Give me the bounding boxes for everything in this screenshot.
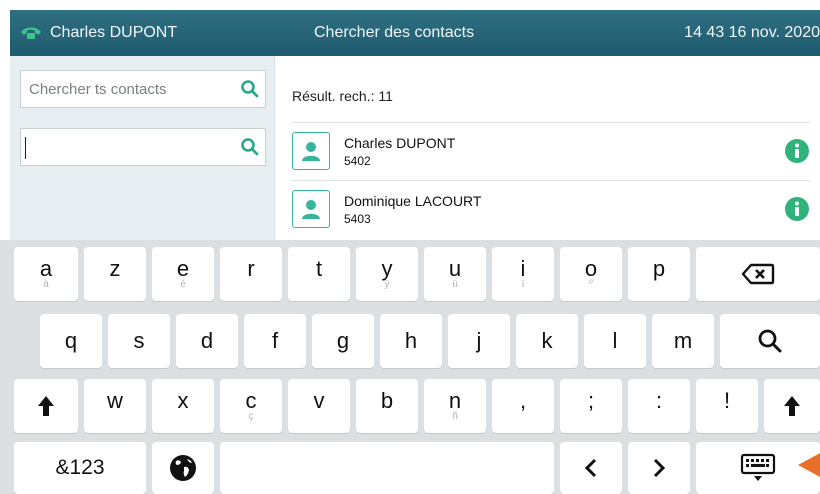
key-c[interactable]: cç <box>220 379 282 433</box>
avatar <box>292 132 330 170</box>
search-icon <box>758 329 782 353</box>
pointer-arrow-annotation <box>798 452 820 478</box>
phone-icon <box>21 27 41 39</box>
key-exclamation[interactable]: ! <box>696 379 758 433</box>
info-icon[interactable] <box>784 196 810 222</box>
key-q[interactable]: q <box>40 314 102 368</box>
key-r[interactable]: r <box>220 247 282 301</box>
space-bar[interactable] <box>220 442 554 494</box>
shift-arrow-icon <box>784 396 800 416</box>
key-semicolon[interactable]: ; <box>560 379 622 433</box>
key-g[interactable]: g <box>312 314 374 368</box>
backspace-icon <box>741 263 775 285</box>
info-icon[interactable] <box>784 138 810 164</box>
keyboard-hide-icon <box>740 453 776 481</box>
shift-arrow-icon <box>38 396 54 416</box>
search-icon[interactable] <box>235 74 265 104</box>
page-title: Chercher des contacts <box>314 24 475 41</box>
results-count: Résult. rech.: 11 <box>292 88 393 104</box>
search-all-placeholder: Chercher ts contacts <box>29 80 167 98</box>
key-s[interactable]: s <box>108 314 170 368</box>
shift-left-button[interactable] <box>14 379 78 433</box>
list-item[interactable]: Charles DUPONT 5402 <box>292 123 810 179</box>
key-p[interactable]: p <box>628 247 690 301</box>
search-results: Résult. rech.: 11 Charles DUPONT 5402 Do… <box>276 56 820 240</box>
key-n[interactable]: nñ <box>424 379 486 433</box>
list-item[interactable]: Dominique LACOURT 5403 <box>292 181 810 237</box>
current-user[interactable]: Charles DUPONT <box>20 10 177 56</box>
key-a[interactable]: aà <box>14 247 78 301</box>
cursor-left-button[interactable] <box>560 442 622 494</box>
symbols-button[interactable]: &123 <box>14 442 146 494</box>
on-screen-keyboard: aà z eé r t yÿ uü iï oº p q s d f g h j … <box>0 240 820 494</box>
key-t[interactable]: t <box>288 247 350 301</box>
key-h[interactable]: h <box>380 314 442 368</box>
person-icon <box>302 200 320 219</box>
text-caret <box>25 137 26 159</box>
key-x[interactable]: x <box>152 379 214 433</box>
contact-name: Dominique LACOURT <box>344 192 482 209</box>
header-bar: Charles DUPONT Chercher des contacts 14 … <box>10 10 820 56</box>
chevron-right-icon <box>653 458 666 478</box>
search-panel: Chercher ts contacts <box>10 56 275 240</box>
key-u[interactable]: uü <box>424 247 486 301</box>
search-input[interactable] <box>20 128 266 166</box>
language-button[interactable] <box>152 442 214 494</box>
key-j[interactable]: j <box>448 314 510 368</box>
contact-name: Charles DUPONT <box>344 134 456 151</box>
globe-icon <box>170 455 196 481</box>
key-e[interactable]: eé <box>152 247 214 301</box>
search-icon[interactable] <box>235 132 265 162</box>
key-y[interactable]: yÿ <box>356 247 418 301</box>
contact-number: 5403 <box>344 211 371 226</box>
person-icon <box>302 142 320 161</box>
key-v[interactable]: v <box>288 379 350 433</box>
contact-number: 5402 <box>344 153 371 168</box>
key-f[interactable]: f <box>244 314 306 368</box>
key-b[interactable]: b <box>356 379 418 433</box>
backspace-button[interactable] <box>696 247 820 301</box>
avatar <box>292 190 330 228</box>
shift-right-button[interactable] <box>764 379 820 433</box>
user-name: Charles DUPONT <box>50 24 178 41</box>
search-input-text[interactable] <box>21 129 235 165</box>
search-all-contacts-field[interactable]: Chercher ts contacts <box>20 70 266 108</box>
key-k[interactable]: k <box>516 314 578 368</box>
cursor-right-button[interactable] <box>628 442 690 494</box>
key-z[interactable]: z <box>84 247 146 301</box>
key-d[interactable]: d <box>176 314 238 368</box>
key-colon[interactable]: : <box>628 379 690 433</box>
chevron-left-icon <box>584 458 597 478</box>
clock: 14 43 16 nov. 2020 <box>684 24 820 41</box>
key-m[interactable]: m <box>652 314 714 368</box>
key-l[interactable]: l <box>584 314 646 368</box>
search-key[interactable] <box>720 314 820 368</box>
key-o[interactable]: oº <box>560 247 622 301</box>
key-i[interactable]: iï <box>492 247 554 301</box>
key-comma[interactable]: , <box>492 379 554 433</box>
key-w[interactable]: w <box>84 379 146 433</box>
